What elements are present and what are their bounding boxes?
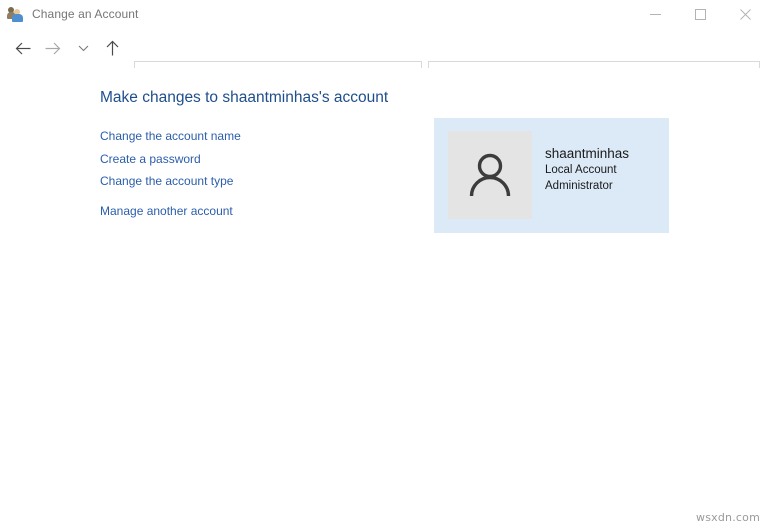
up-arrow-icon [105,40,120,57]
maximize-icon [695,9,706,20]
account-details: shaantminhas Local Account Administrator [545,145,629,194]
back-arrow-icon [15,41,32,56]
close-button[interactable] [723,0,768,28]
close-icon [740,9,751,20]
link-change-the-account-type[interactable]: Change the account type [100,170,241,193]
account-role: Administrator [545,179,629,195]
link-create-a-password[interactable]: Create a password [100,148,241,171]
chevron-down-icon [78,44,89,52]
link-manage-another-account[interactable]: Manage another account [100,200,241,223]
recent-locations-button[interactable] [70,35,96,61]
avatar [448,131,532,219]
minimize-button[interactable] [633,0,678,28]
maximize-button[interactable] [678,0,723,28]
minimize-icon [650,9,661,20]
window-title: Change an Account [32,7,138,21]
page-title: Make changes to shaantminhas's account [100,89,388,107]
back-button[interactable] [10,35,36,61]
task-link-list: Change the account name Create a passwor… [100,125,241,222]
users-icon [8,6,24,22]
forward-arrow-icon [44,41,61,56]
forward-button[interactable] [39,35,65,61]
account-name: shaantminhas [545,145,629,163]
person-icon [464,149,516,201]
window-controls [633,0,768,28]
watermark: wsxdn.com [696,511,760,524]
account-type: Local Account [545,163,629,179]
link-change-the-account-name[interactable]: Change the account name [100,125,241,148]
account-card: shaantminhas Local Account Administrator [434,118,669,233]
title-bar: Change an Account [0,0,768,28]
toolbar: « Mana... › Change an Acc... [0,28,768,68]
up-button[interactable] [99,35,125,61]
